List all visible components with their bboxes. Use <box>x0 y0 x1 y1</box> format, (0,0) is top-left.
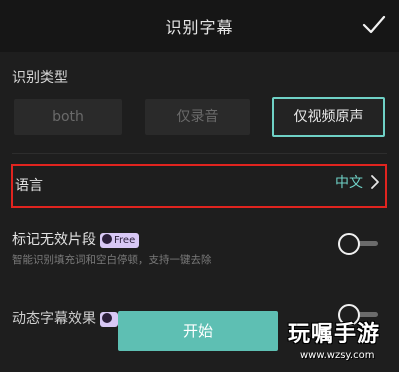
language-value: 中文 <box>335 175 363 191</box>
toggle-knob <box>338 233 360 255</box>
page-title: 识别字幕 <box>165 18 234 37</box>
free-badge-text: Free <box>114 235 136 246</box>
mark-invalid-toggle[interactable] <box>338 233 380 255</box>
dynamic-subtitle-label-group: 动态字幕效果 <box>12 308 118 328</box>
dynamic-badge <box>100 312 118 327</box>
watermark-text: 玩嘱手游 <box>288 322 381 347</box>
header-bar: 识别字幕 <box>0 0 399 52</box>
watermark-logo: 玩嘱手游 www.wzsy.com <box>288 316 396 368</box>
watermark-url: www.wzsy.com <box>300 350 375 361</box>
free-badge: Free <box>100 233 140 248</box>
mark-invalid-description: 智能识别填充词和空白停顿，支持一键去除 <box>12 254 212 266</box>
checkmark-icon[interactable] <box>361 12 387 38</box>
language-label: 语言 <box>15 178 43 194</box>
mark-invalid-label: 标记无效片段 <box>12 232 96 248</box>
recognition-type-label: 识别类型 <box>12 70 68 86</box>
chevron-right-icon <box>371 175 379 189</box>
divider <box>12 153 387 154</box>
language-row[interactable]: 语言 中文 <box>11 164 387 208</box>
badge-dot-icon <box>102 313 112 323</box>
option-record-only[interactable]: 仅录音 <box>145 99 250 135</box>
start-button[interactable]: 开始 <box>118 311 278 351</box>
mark-invalid-label-group: 标记无效片段 Free <box>12 229 140 249</box>
option-both[interactable]: both <box>14 99 122 135</box>
dynamic-subtitle-label: 动态字幕效果 <box>12 311 96 327</box>
badge-dot-icon <box>102 234 112 244</box>
subtitle-recognition-panel: 识别字幕 识别类型 both 仅录音 仅视频原声 语言 中文 标记无效片段 Fre… <box>0 0 399 372</box>
option-video-original-only[interactable]: 仅视频原声 <box>272 97 385 137</box>
